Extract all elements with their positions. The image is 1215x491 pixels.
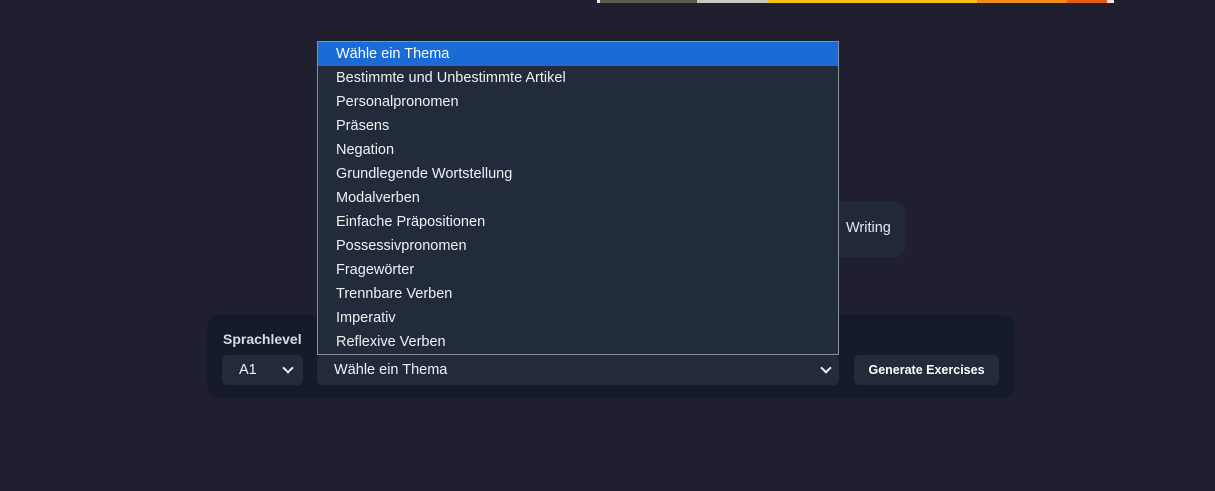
topic-select-value: Wähle ein Thema (334, 362, 448, 378)
topic-option[interactable]: Präsens (318, 114, 838, 138)
topic-option[interactable]: Reflexive Verben (318, 330, 838, 354)
level-select[interactable]: A1 (222, 355, 303, 385)
topic-option[interactable]: Negation (318, 138, 838, 162)
sprachlevel-label: Sprachlevel (223, 331, 302, 347)
writing-card-label: Writing (846, 220, 891, 236)
topic-option[interactable]: Trennbare Verben (318, 282, 838, 306)
chevron-down-icon (820, 362, 832, 374)
topic-option[interactable]: Wähle ein Thema (318, 42, 838, 66)
header-image-strip (597, 0, 1114, 3)
topic-option[interactable]: Imperativ (318, 306, 838, 330)
generate-exercises-button[interactable]: Generate Exercises (854, 355, 999, 385)
topic-option[interactable]: Possessivpronomen (318, 234, 838, 258)
topic-option[interactable]: Personalpronomen (318, 90, 838, 114)
topic-option[interactable]: Fragewörter (318, 258, 838, 282)
chevron-down-icon (282, 362, 294, 374)
topic-select[interactable]: Wähle ein Thema (317, 355, 839, 385)
level-select-value: A1 (239, 362, 257, 378)
topic-option[interactable]: Grundlegende Wortstellung (318, 162, 838, 186)
topic-option[interactable]: Modalverben (318, 186, 838, 210)
topic-option[interactable]: Einfache Präpositionen (318, 210, 838, 234)
topic-option[interactable]: Bestimmte und Unbestimmte Artikel (318, 66, 838, 90)
topic-dropdown-list[interactable]: Wähle ein Thema Bestimmte und Unbestimmt… (317, 41, 839, 355)
